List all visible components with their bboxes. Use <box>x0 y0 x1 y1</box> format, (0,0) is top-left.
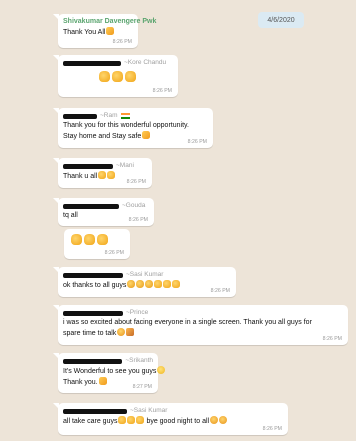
thumbs-up-icon <box>84 234 95 245</box>
message-time: 8:27 PM <box>132 384 152 390</box>
sender-name: ~Gouda <box>122 202 146 209</box>
thumbs-up-icon <box>163 280 172 288</box>
message-text: all take care guys <box>63 418 118 425</box>
date-chip: 4/6/2020 <box>258 12 304 28</box>
folded-hands-icon <box>142 131 151 139</box>
message-bubble[interactable]: ~Ram Thank you for this wonderful opport… <box>53 108 213 148</box>
message-text: spare time to talk <box>63 330 117 337</box>
thumbs-up-icon <box>127 416 136 424</box>
redacted-phone <box>63 408 127 414</box>
thumbs-up-icon <box>99 71 110 82</box>
india-flag-icon <box>120 113 130 119</box>
message-text: Thank u all <box>63 173 98 180</box>
message-bubble[interactable]: ~Gouda tq all 8:26 PM <box>53 198 154 226</box>
thumbs-up-icon <box>98 171 107 179</box>
redacted-phone <box>63 272 123 278</box>
family-icon <box>126 328 135 336</box>
party-face-icon <box>219 416 228 424</box>
message-bubble[interactable]: ~Prince i was so excited about facing ev… <box>53 305 348 345</box>
sender-name: ~Kore Chandu <box>124 59 167 66</box>
redacted-phone <box>63 203 119 209</box>
thumbs-up-icon <box>125 71 136 82</box>
message-time: 8:26 PM <box>187 139 207 145</box>
redacted-phone <box>63 163 113 169</box>
message-time: 8:26 PM <box>210 288 230 294</box>
message-bubble[interactable]: ~Srikanth It's Wonderful to see you guys… <box>53 353 166 393</box>
sender-name: ~Srikanth <box>125 357 153 364</box>
redacted-phone <box>63 60 121 66</box>
thumbs-up-icon <box>136 416 145 424</box>
message-time: 8:26 PM <box>322 336 342 342</box>
chat-window: 4/6/2020 Shivakumar Davengere Pwk Thank … <box>0 0 356 441</box>
sender-name: ~Ram <box>100 112 118 119</box>
party-face-icon <box>210 416 219 424</box>
message-text: Thank you for this wonderful opportunity… <box>63 122 189 129</box>
folded-hands-icon <box>106 27 115 35</box>
message-time: 8:26 PM <box>152 88 172 94</box>
message-bubble[interactable]: Shivakumar Davengere Pwk Thank You All 8… <box>53 14 156 48</box>
thumbs-up-icon <box>154 280 163 288</box>
sender-name: ~Prince <box>126 309 149 316</box>
thumbs-up-icon <box>112 71 123 82</box>
smiling-face-icon <box>157 366 166 374</box>
thumbs-up-icon <box>118 416 127 424</box>
message-bubble[interactable]: ~Kore Chandu 8:26 PM <box>53 55 178 97</box>
thumbs-up-icon <box>97 234 108 245</box>
message-bubble[interactable]: ~Sasi Kumar all take care guys bye good … <box>53 403 288 435</box>
thumbs-up-icon <box>172 280 181 288</box>
redacted-phone <box>63 358 123 364</box>
message-bubble[interactable]: ~Sasi Kumar ok thanks to all guys 8:26 P… <box>53 267 236 297</box>
message-text: It's Wonderful to see you guys <box>63 368 157 375</box>
sender-name: ~Mani <box>116 162 134 169</box>
message-time: 8:26 PM <box>104 250 124 256</box>
message-text: Thank You All <box>63 29 106 36</box>
message-bubble[interactable]: ~Mani Thank u all 8:26 PM <box>53 158 152 188</box>
message-text: Stay home and Stay safe <box>63 133 142 140</box>
thumbs-up-icon <box>107 171 116 179</box>
clapping-hands-icon <box>127 280 136 288</box>
redacted-phone <box>63 113 97 119</box>
message-time: 8:26 PM <box>262 426 282 432</box>
message-time: 8:26 PM <box>128 217 148 223</box>
clapping-hands-icon <box>136 280 145 288</box>
message-text: bye good night to all <box>146 418 210 425</box>
message-time: 8:26 PM <box>126 179 146 185</box>
redacted-phone <box>63 310 123 316</box>
folded-hands-icon <box>98 377 107 385</box>
clapping-hands-icon <box>145 280 154 288</box>
message-bubble[interactable]: 8:26 PM <box>64 229 130 259</box>
message-text: Thank you. <box>63 379 98 386</box>
sender-name: ~Sasi Kumar <box>126 271 164 278</box>
party-face-icon <box>117 328 126 336</box>
message-text: ok thanks to all guys <box>63 282 127 289</box>
message-time: 8:26 PM <box>112 39 132 45</box>
sender-name: ~Sasi Kumar <box>130 407 168 414</box>
thumbs-up-icon <box>71 234 82 245</box>
sender-name: Shivakumar Davengere Pwk <box>63 18 157 25</box>
message-text: i was so excited about facing everyone i… <box>63 319 312 326</box>
